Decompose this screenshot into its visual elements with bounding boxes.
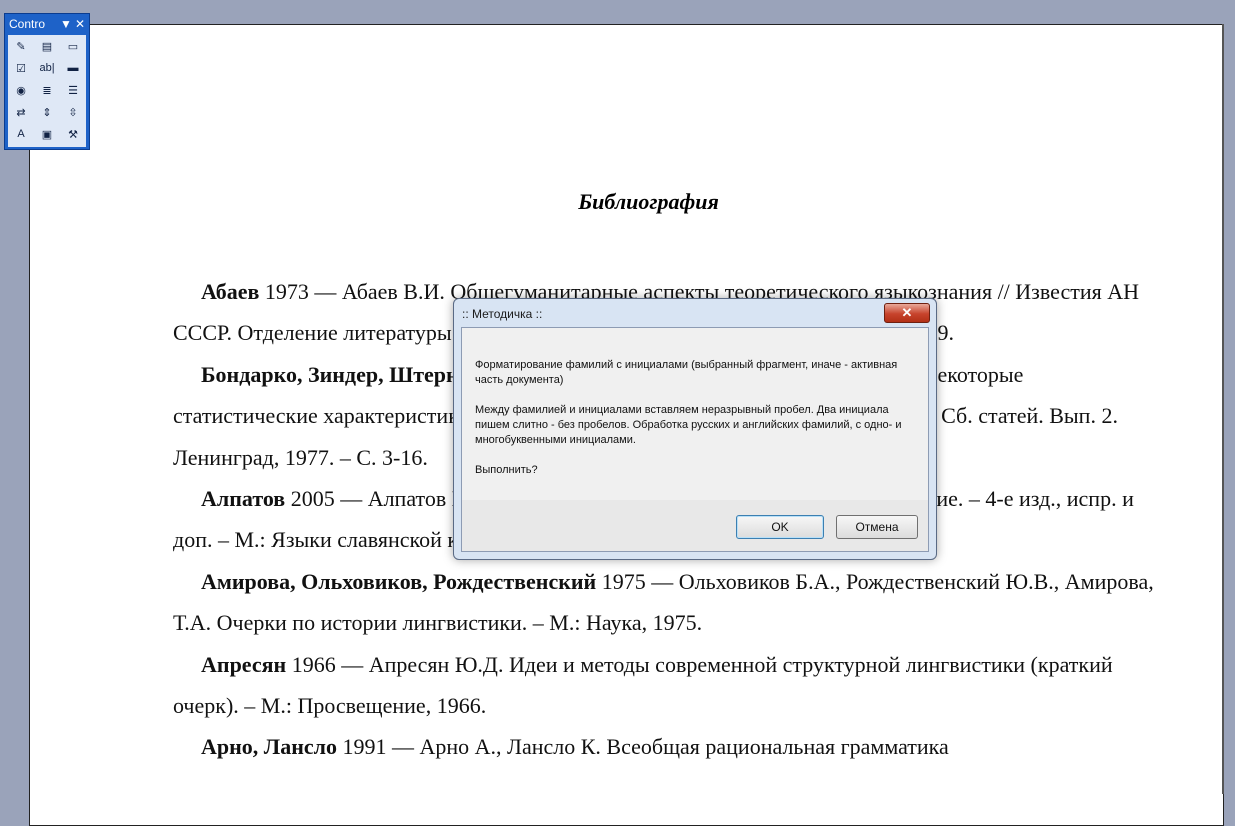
cancel-button[interactable]: Отмена [836, 515, 918, 539]
view-code-icon: ▭ [67, 40, 79, 53]
toolbox-button[interactable]: ▤ [34, 35, 60, 57]
checkbox-control-icon: ☑ [16, 62, 26, 75]
entry-authors: Арно, Лансло [201, 734, 337, 760]
toolbox-button[interactable]: ✎ [8, 35, 34, 57]
toolbox-buttons: ✎ ▤ ▭ ☑ ab| ▬ ◉ ≣ ☰ ⇄ ⇕ ⇳ A ▣ ⚒ [8, 35, 86, 147]
toolbox-button[interactable]: A [8, 123, 34, 145]
bibliography-entry: Амирова, Ольховиков, Рождественский 1975… [173, 561, 1158, 644]
properties-icon: ▤ [41, 40, 53, 53]
combobox-control-icon: ☰ [68, 84, 78, 97]
toolbox-button[interactable]: ▬ [60, 57, 86, 79]
toolbox-button[interactable]: ≣ [34, 79, 60, 101]
dialog-paragraph: Выполнить? [475, 464, 538, 476]
ok-button[interactable]: OK [736, 515, 824, 539]
option-button-icon: ◉ [16, 84, 26, 97]
listbox-control-icon: ≣ [42, 84, 52, 97]
dialog-paragraph: Между фамилией и инициалами вставляем не… [475, 404, 902, 446]
chevron-down-icon[interactable]: ▼ [60, 17, 72, 31]
document-title: Библиография [578, 189, 719, 214]
label-control-icon: A [17, 128, 25, 140]
entry-authors: Апресян [201, 651, 287, 677]
macro-dialog: :: Методичка :: ✕ Форматирование фамилий… [453, 298, 937, 560]
toolbox-button[interactable]: ☰ [60, 79, 86, 101]
page-edge-shadow [1222, 24, 1224, 794]
entry-authors: Бондарко, Зиндер, Штерн [201, 361, 459, 387]
toolbox-button[interactable]: ▭ [60, 35, 86, 57]
dialog-message: Форматирование фамилий с инициалами (выб… [475, 358, 915, 493]
dialog-content: Форматирование фамилий с инициалами (выб… [461, 327, 929, 552]
entry-text: 1966 — Апресян Ю.Д. Идеи и методы соврем… [173, 651, 1113, 719]
toolbox-titlebar[interactable]: Contro ▼ ✕ [5, 14, 89, 34]
toolbox-button[interactable]: ◉ [8, 79, 34, 101]
toolbox-button[interactable]: ⇄ [8, 101, 34, 123]
toolbox-button[interactable]: ab| [34, 57, 60, 79]
toggle-button-icon: ⇄ [16, 106, 26, 119]
dialog-title: :: Методичка :: [462, 307, 543, 321]
more-controls-icon: ⚒ [68, 128, 78, 141]
command-button-icon: ▬ [67, 62, 79, 74]
toolbox-button[interactable]: ☑ [8, 57, 34, 79]
control-toolbox[interactable]: Contro ▼ ✕ ✎ ▤ ▭ ☑ ab| ▬ ◉ ≣ ☰ ⇄ ⇕ ⇳ A ▣ ⚒ [4, 13, 90, 150]
design-mode-icon: ✎ [16, 40, 26, 53]
toolbox-title: Contro [9, 17, 46, 31]
toolbox-button[interactable]: ▣ [34, 123, 60, 145]
textbox-control-icon: ab| [39, 62, 55, 74]
image-control-icon: ▣ [41, 128, 53, 141]
entry-authors: Алпатов [201, 486, 286, 512]
scrollbar-control-icon: ⇳ [68, 106, 78, 119]
dialog-close-button[interactable]: ✕ [884, 303, 930, 323]
dialog-paragraph: Форматирование фамилий с инициалами (выб… [475, 359, 898, 386]
entry-authors: Амирова, Ольховиков, Рождественский [201, 568, 597, 594]
bibliography-entry: Арно, Лансло 1991 — Арно А., Лансло К. В… [173, 726, 1158, 767]
entry-authors: Абаев [201, 279, 260, 304]
toolbox-button[interactable]: ⇕ [34, 101, 60, 123]
toolbox-button[interactable]: ⇳ [60, 101, 86, 123]
toolbox-button[interactable]: ⚒ [60, 123, 86, 145]
spin-button-icon: ⇕ [42, 106, 52, 119]
entry-text: 1991 — Арно А., Лансло К. Всеобщая рацио… [336, 734, 949, 760]
close-icon[interactable]: ✕ [75, 17, 85, 31]
bibliography-entry: Апресян 1966 — Апресян Ю.Д. Идеи и метод… [173, 644, 1158, 727]
